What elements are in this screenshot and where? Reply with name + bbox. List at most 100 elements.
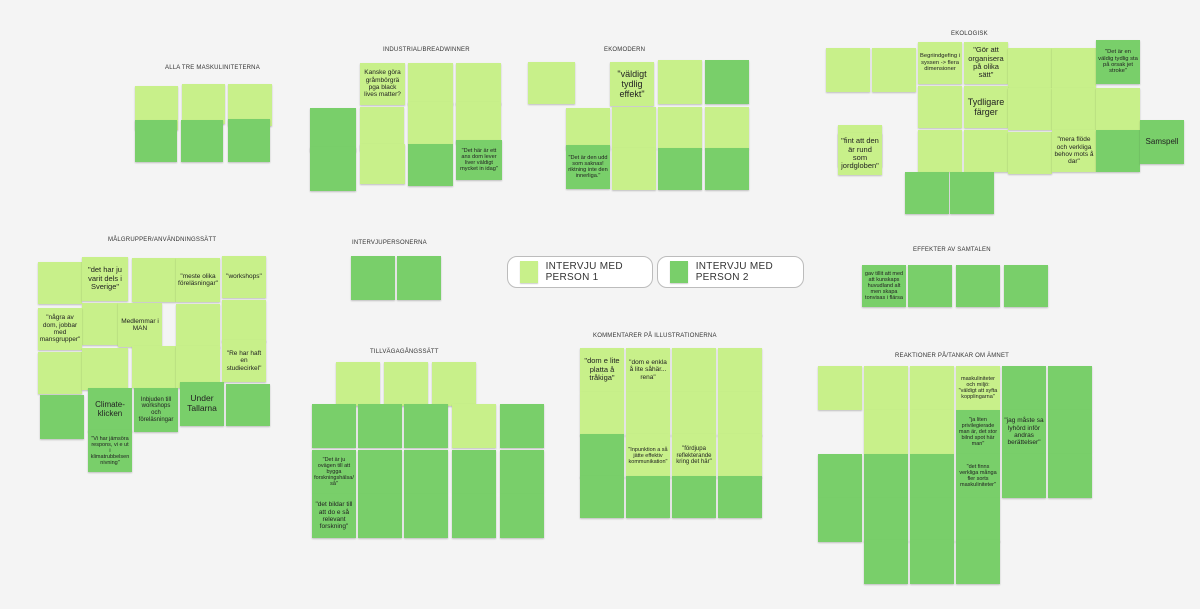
sticky-note[interactable] — [580, 434, 624, 478]
sticky-note[interactable]: "det har ju varit dels i Sverige" — [82, 257, 128, 301]
sticky-note[interactable] — [864, 498, 908, 542]
sticky-note[interactable]: Kanske göra gråmbörgrä pga black lives m… — [360, 63, 405, 105]
sticky-note[interactable] — [612, 107, 656, 149]
sticky-note[interactable] — [964, 130, 1008, 172]
sticky-note[interactable] — [500, 494, 544, 538]
sticky-note[interactable] — [528, 62, 575, 104]
sticky-note[interactable] — [910, 454, 954, 498]
sticky-note[interactable] — [910, 498, 954, 542]
sticky-note[interactable] — [1002, 366, 1046, 410]
sticky-note[interactable]: Samspell — [1140, 120, 1184, 164]
sticky-note[interactable]: "jag måste sa lyhörd inför andras berätt… — [1002, 410, 1046, 454]
sticky-note[interactable] — [358, 404, 402, 448]
sticky-note[interactable] — [360, 144, 405, 184]
sticky-note[interactable] — [864, 366, 908, 410]
sticky-note[interactable] — [404, 404, 448, 448]
sticky-note[interactable] — [404, 494, 448, 538]
sticky-note[interactable] — [1008, 48, 1052, 90]
sticky-note[interactable] — [38, 352, 82, 394]
sticky-note[interactable]: Inbjuden till workshops och föreläsninga… — [134, 388, 178, 432]
sticky-note[interactable]: "Inpunktion a så jätte effektiv kommunik… — [626, 434, 670, 478]
sticky-note[interactable]: "Det är en väldig tydlig sta på orsak je… — [1096, 40, 1140, 84]
sticky-note[interactable] — [408, 144, 453, 186]
sticky-note[interactable] — [910, 366, 954, 410]
sticky-note[interactable] — [500, 404, 544, 448]
legend-person-2[interactable]: INTERVJU MED PERSON 2 — [657, 256, 804, 288]
sticky-note[interactable] — [1008, 132, 1052, 174]
sticky-note[interactable] — [222, 300, 266, 342]
sticky-note[interactable] — [818, 498, 862, 542]
sticky-note[interactable] — [132, 346, 176, 388]
sticky-note[interactable]: Medlemmar i MAN — [118, 303, 162, 347]
sticky-note[interactable] — [658, 60, 702, 104]
sticky-note[interactable] — [956, 540, 1000, 584]
sticky-note[interactable]: "Det här är ett ans dom lever liver väld… — [456, 140, 502, 180]
sticky-note[interactable] — [82, 348, 128, 390]
sticky-note[interactable] — [1048, 454, 1092, 498]
sticky-note[interactable] — [1048, 366, 1092, 410]
sticky-note[interactable] — [672, 476, 716, 518]
sticky-note[interactable] — [358, 494, 402, 538]
sticky-note[interactable] — [456, 63, 501, 105]
sticky-note[interactable] — [718, 392, 762, 436]
sticky-note[interactable] — [1096, 130, 1140, 172]
sticky-note[interactable] — [705, 107, 749, 149]
sticky-note[interactable] — [864, 540, 908, 584]
sticky-note[interactable] — [864, 454, 908, 498]
sticky-note[interactable] — [351, 256, 395, 300]
sticky-note[interactable] — [956, 498, 1000, 542]
sticky-note[interactable] — [718, 434, 762, 478]
sticky-note[interactable] — [910, 410, 954, 454]
sticky-note[interactable] — [310, 108, 356, 152]
sticky-note[interactable] — [397, 256, 441, 300]
sticky-note[interactable]: "fint att den är rund som jordgloben" — [838, 133, 882, 175]
sticky-note[interactable] — [408, 63, 453, 105]
sticky-note[interactable] — [872, 48, 916, 92]
sticky-note[interactable] — [1004, 265, 1048, 307]
sticky-note[interactable] — [1008, 88, 1052, 130]
sticky-note[interactable]: "dom e enkla å lite såhär... rena" — [626, 348, 670, 392]
sticky-note[interactable] — [1096, 88, 1140, 130]
sticky-note[interactable] — [500, 450, 544, 494]
sticky-note[interactable] — [452, 404, 496, 448]
sticky-note[interactable] — [312, 404, 356, 448]
sticky-note[interactable] — [612, 148, 656, 190]
sticky-note[interactable] — [718, 348, 762, 392]
sticky-note[interactable] — [672, 392, 716, 436]
sticky-note[interactable]: "Det är den udd som saknas! riktning int… — [566, 145, 610, 189]
sticky-note[interactable]: Tydligare färger — [964, 86, 1008, 128]
sticky-note[interactable] — [432, 362, 476, 406]
sticky-note[interactable] — [918, 130, 962, 172]
sticky-note[interactable] — [408, 102, 453, 144]
sticky-note[interactable] — [910, 540, 954, 584]
sticky-note[interactable] — [626, 476, 670, 518]
sticky-note[interactable]: "Det är ju ovägen till att bygga forskni… — [312, 450, 356, 494]
sticky-note[interactable] — [1052, 88, 1096, 130]
sticky-note[interactable]: maskuliniteter och miljö: "väldigt att s… — [956, 366, 1000, 410]
sticky-note[interactable]: "workshops" — [222, 256, 266, 298]
sticky-note[interactable] — [135, 120, 177, 162]
sticky-note[interactable] — [658, 148, 702, 190]
sticky-note[interactable] — [452, 450, 496, 494]
sticky-note[interactable] — [176, 304, 220, 348]
sticky-note[interactable] — [705, 148, 749, 190]
sticky-note[interactable]: "Re har haft en studiecirkel" — [222, 340, 266, 382]
sticky-note[interactable] — [905, 172, 949, 214]
sticky-note[interactable] — [626, 392, 670, 436]
sticky-note[interactable]: "meste olika föreläsningar" — [176, 258, 220, 302]
sticky-note[interactable] — [918, 86, 962, 128]
sticky-note[interactable]: "Gör att organisera på olika sätt" — [964, 42, 1008, 84]
sticky-note[interactable] — [1048, 410, 1092, 454]
sticky-note[interactable] — [818, 366, 862, 410]
sticky-note[interactable] — [358, 450, 402, 494]
sticky-note[interactable]: "Vi har jämsöra respons, vi e ut i klima… — [88, 430, 132, 472]
sticky-note[interactable] — [908, 265, 952, 307]
sticky-note[interactable] — [826, 48, 870, 92]
sticky-note[interactable]: Climate-klicken — [88, 388, 132, 432]
sticky-note[interactable] — [310, 147, 356, 191]
sticky-note[interactable] — [956, 265, 1000, 307]
sticky-note[interactable] — [404, 450, 448, 494]
sticky-note[interactable]: "det bildar till att do e så relevant fo… — [312, 494, 356, 538]
sticky-note[interactable] — [950, 172, 994, 214]
sticky-note[interactable]: "ja liten privilegierade man är, det sto… — [956, 410, 1000, 454]
